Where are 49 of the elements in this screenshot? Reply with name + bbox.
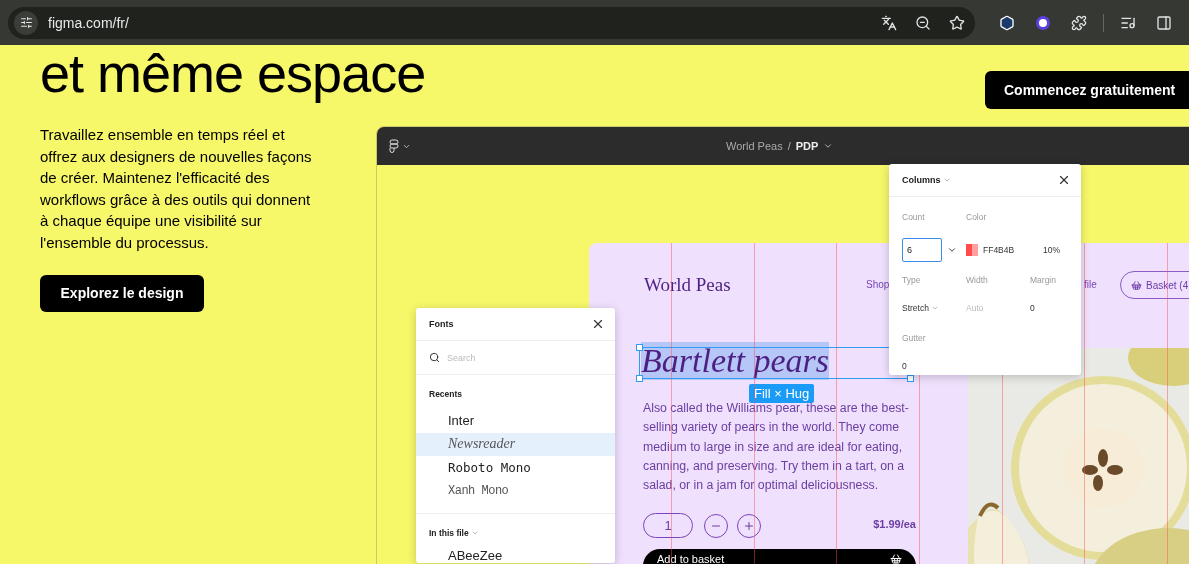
basket-icon — [1131, 279, 1142, 291]
file-name[interactable]: World Peas — [726, 140, 783, 152]
nav-link[interactable]: file — [1084, 279, 1097, 290]
font-item[interactable]: Xanh Mono — [416, 479, 615, 503]
opacity-value[interactable]: 10% — [1030, 235, 1060, 265]
field-label: Width — [966, 274, 988, 287]
section-label[interactable]: In this file — [416, 514, 615, 544]
chevron-icon[interactable] — [823, 141, 834, 151]
type-dropdown[interactable]: Stretch — [902, 293, 939, 323]
figma-menu-icon[interactable] — [389, 139, 411, 153]
color-value[interactable]: FF4B4B — [983, 235, 1015, 265]
resize-handle[interactable] — [636, 375, 643, 382]
breadcrumb-separator: / — [787, 140, 791, 152]
size-label: Fill × Hug — [749, 384, 815, 403]
count-field[interactable]: 6 — [902, 238, 942, 262]
field-label: Gutter — [902, 332, 926, 345]
hero-paragraph: Travaillez ensemble en temps réel et offrez aux designers de nouvelles façons de créer. Maintenez l'efficacité des workflows grâce à des outils qui donnent à chaque équipe une visibilité sur l'ensemble du processus. — [40, 125, 312, 253]
page-name[interactable]: PDP — [795, 140, 819, 152]
font-item[interactable]: ABeeZee — [416, 544, 615, 564]
margin-value[interactable]: 0 — [1030, 293, 1035, 323]
panel-title: Fonts — [429, 319, 454, 329]
resize-handle[interactable] — [907, 375, 914, 382]
close-icon[interactable] — [1057, 173, 1071, 187]
basket-icon — [890, 553, 902, 564]
nav-link[interactable]: Shop — [866, 279, 890, 290]
chevron-icon[interactable] — [947, 245, 957, 255]
font-item[interactable]: Roboto Mono — [416, 456, 615, 480]
field-label: Count — [902, 211, 925, 224]
gutter-value[interactable]: 0 — [902, 351, 907, 381]
brand-logo: World Peas — [644, 274, 731, 296]
field-label: Margin — [1030, 274, 1056, 287]
font-item[interactable]: Newsreader — [416, 432, 615, 456]
resize-handle[interactable] — [636, 344, 643, 351]
color-swatch[interactable] — [966, 244, 978, 256]
price: $1.99/ea — [873, 518, 916, 530]
cta-button[interactable]: Commencez gratuitement — [985, 71, 1189, 109]
close-icon[interactable] — [591, 317, 605, 331]
product-title: Bartlett pears — [641, 342, 829, 380]
add-to-basket-button[interactable]: Add to basket — [643, 549, 916, 564]
plus-icon — [743, 520, 755, 532]
search-icon — [429, 352, 440, 363]
field-label: Color — [966, 211, 987, 224]
field-label: Type — [902, 274, 921, 287]
font-item[interactable]: Inter — [416, 409, 615, 433]
product-description: Also called the Williams pear, these are the best-selling variety of pears in the world. They come medium to large in size and are ideal for eating, canning, and preserving. Try them in a tart, on a salad, or in a jam for optimal deliciousness. — [643, 401, 910, 495]
explore-button[interactable]: Explorez le design — [40, 274, 204, 312]
panel-title[interactable]: Columns — [902, 175, 951, 185]
section-label: Recents — [428, 388, 464, 401]
site-info-icon[interactable] — [14, 10, 38, 35]
